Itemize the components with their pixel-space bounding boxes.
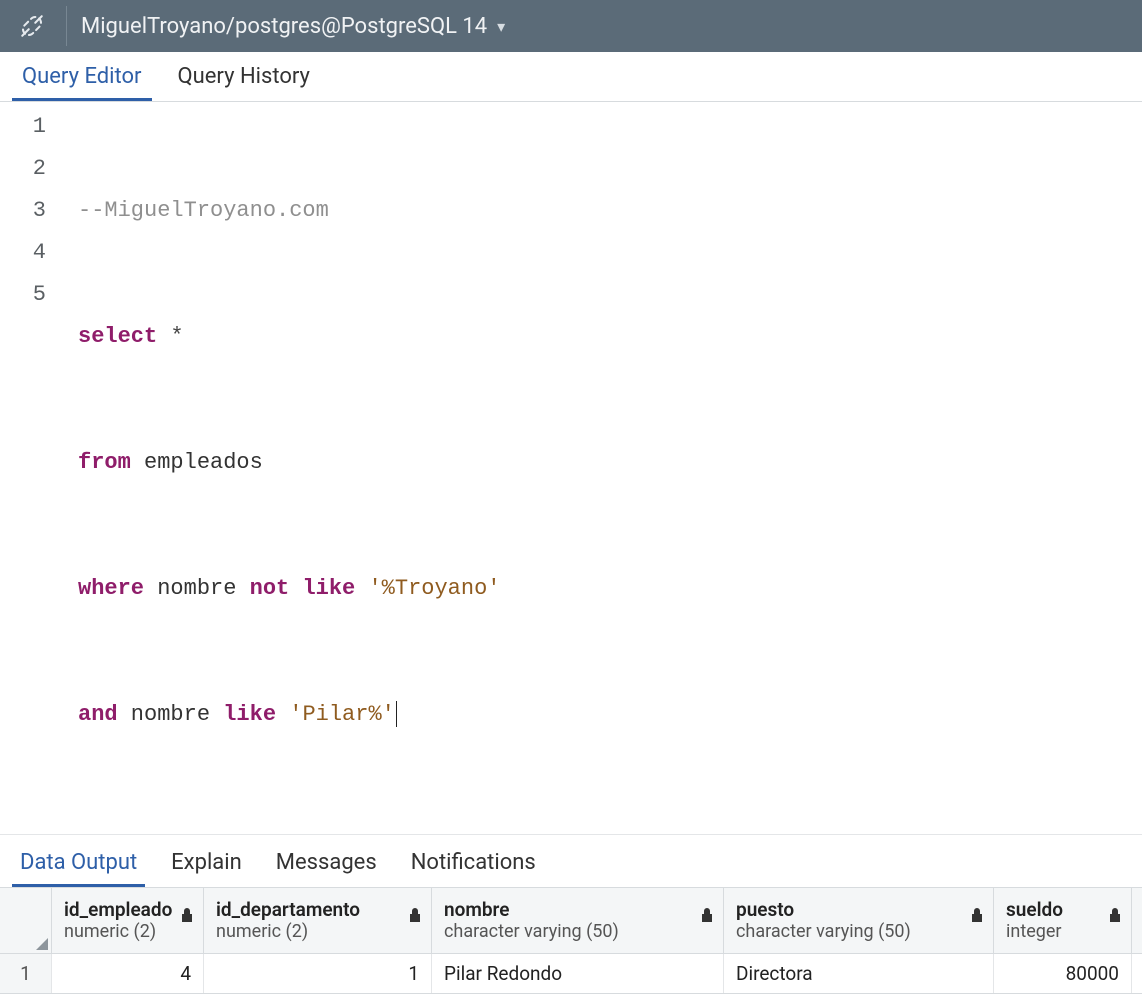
col-header-id-departamento[interactable]: id_departamento numeric (2) bbox=[204, 888, 432, 953]
token-keyword: like bbox=[302, 576, 355, 601]
line-number: 3 bbox=[0, 190, 46, 232]
cell-id-departamento[interactable]: 1 bbox=[204, 954, 432, 993]
token-keyword: select bbox=[78, 324, 157, 349]
token-ident: nombre bbox=[144, 576, 250, 601]
col-type: integer bbox=[1006, 921, 1121, 943]
tab-query-editor[interactable]: Query Editor bbox=[12, 54, 152, 101]
col-name: id_departamento bbox=[216, 900, 421, 921]
token-comment: --MiguelTroyano.com bbox=[78, 198, 329, 223]
token-string: 'Pilar%' bbox=[276, 702, 395, 727]
token-op: * bbox=[157, 324, 183, 349]
token-keyword: from bbox=[78, 450, 131, 475]
col-name: id_empleado bbox=[64, 900, 193, 921]
tab-query-history[interactable]: Query History bbox=[168, 54, 320, 101]
cell-nombre[interactable]: Pilar Redondo bbox=[432, 954, 724, 993]
token-ident: empleados bbox=[131, 450, 263, 475]
result-grid: id_empleado numeric (2) id_departamento … bbox=[0, 888, 1142, 994]
divider bbox=[66, 6, 67, 46]
tab-data-output[interactable]: Data Output bbox=[12, 838, 145, 887]
lock-icon bbox=[969, 906, 985, 924]
cell-puesto[interactable]: Directora bbox=[724, 954, 994, 993]
line-gutter: 1 2 3 4 5 bbox=[0, 106, 62, 820]
col-header-puesto[interactable]: puesto character varying (50) bbox=[724, 888, 994, 953]
token-keyword: where bbox=[78, 576, 144, 601]
tab-explain[interactable]: Explain bbox=[163, 838, 250, 887]
token-ident: nombre bbox=[118, 702, 224, 727]
token-keyword: not bbox=[250, 576, 290, 601]
col-type: numeric (2) bbox=[64, 921, 193, 943]
table-row[interactable]: 1 4 1 Pilar Redondo Directora 80000 bbox=[0, 954, 1142, 994]
col-type: numeric (2) bbox=[216, 921, 421, 943]
line-number: 1 bbox=[0, 106, 46, 148]
tab-notifications[interactable]: Notifications bbox=[403, 838, 544, 887]
token-keyword: like bbox=[223, 702, 276, 727]
col-header-nombre[interactable]: nombre character varying (50) bbox=[432, 888, 724, 953]
tab-messages[interactable]: Messages bbox=[268, 838, 385, 887]
lock-icon bbox=[1107, 906, 1123, 924]
col-type: character varying (50) bbox=[736, 921, 983, 943]
token-keyword: and bbox=[78, 702, 118, 727]
sql-editor[interactable]: 1 2 3 4 5 --MiguelTroyano.com select * f… bbox=[0, 102, 1142, 834]
cell-sueldo[interactable]: 80000 bbox=[994, 954, 1132, 993]
code-area[interactable]: --MiguelTroyano.com select * from emplea… bbox=[62, 106, 1142, 820]
token-string: '%Troyano' bbox=[355, 576, 500, 601]
text-cursor bbox=[396, 701, 397, 727]
col-type: character varying (50) bbox=[444, 921, 713, 943]
lock-icon bbox=[179, 906, 195, 924]
disconnect-icon[interactable] bbox=[12, 6, 52, 46]
col-name: sueldo bbox=[1006, 900, 1121, 921]
col-name: puesto bbox=[736, 900, 983, 921]
lock-icon bbox=[699, 906, 715, 924]
connection-dropdown[interactable]: MiguelTroyano/postgres@PostgreSQL 14 ▾ bbox=[81, 14, 505, 39]
connection-label-text: MiguelTroyano/postgres@PostgreSQL 14 bbox=[81, 14, 487, 39]
line-number: 2 bbox=[0, 148, 46, 190]
line-number: 4 bbox=[0, 232, 46, 274]
grid-header: id_empleado numeric (2) id_departamento … bbox=[0, 888, 1142, 954]
col-name: nombre bbox=[444, 900, 713, 921]
col-header-id-empleado[interactable]: id_empleado numeric (2) bbox=[52, 888, 204, 953]
cell-id-empleado[interactable]: 4 bbox=[52, 954, 204, 993]
rownum-header[interactable] bbox=[0, 888, 52, 953]
line-number: 5 bbox=[0, 274, 46, 316]
lock-icon bbox=[407, 906, 423, 924]
connection-bar: MiguelTroyano/postgres@PostgreSQL 14 ▾ bbox=[0, 0, 1142, 52]
chevron-down-icon: ▾ bbox=[497, 17, 505, 36]
output-tabs: Data Output Explain Messages Notificatio… bbox=[0, 834, 1142, 888]
row-number[interactable]: 1 bbox=[0, 954, 52, 993]
col-header-sueldo[interactable]: sueldo integer bbox=[994, 888, 1132, 953]
editor-tabs: Query Editor Query History bbox=[0, 52, 1142, 102]
